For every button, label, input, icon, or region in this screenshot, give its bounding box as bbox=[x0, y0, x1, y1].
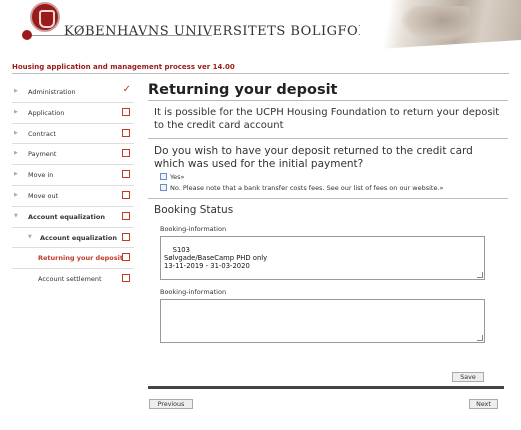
status-box-icon bbox=[122, 170, 130, 179]
booking-info-textarea-2[interactable] bbox=[160, 299, 485, 343]
divider bbox=[148, 198, 508, 199]
booking-info-textarea[interactable]: S103 Sølvgade/BaseCamp PHD only 13-11-20… bbox=[160, 236, 485, 280]
booking-info-value[interactable]: S103 Sølvgade/BaseCamp PHD only 13-11-20… bbox=[164, 246, 267, 270]
sidebar-item-label: Move out bbox=[28, 191, 59, 200]
footer-divider bbox=[148, 386, 504, 389]
site-header: KØBENHAVNS UNIVERSITETS BOLIGFOND bbox=[0, 0, 521, 60]
sidebar-item-label: Account equalization bbox=[28, 212, 105, 221]
intro-text: It is possible for the UCPH Housing Foun… bbox=[154, 107, 500, 131]
university-seal-icon bbox=[30, 2, 60, 32]
booking-info-label-2: Booking-information bbox=[160, 288, 227, 296]
divider bbox=[148, 100, 508, 101]
page-title: Returning your deposit bbox=[148, 82, 338, 98]
deposit-question: Do you wish to have your deposit returne… bbox=[154, 145, 473, 170]
chevron-right-icon: ▶ bbox=[14, 108, 18, 115]
sidebar-item-label: Account equalization bbox=[40, 233, 117, 242]
divider bbox=[148, 138, 508, 139]
status-box-icon bbox=[122, 274, 130, 283]
previous-button[interactable]: Previous bbox=[149, 399, 193, 409]
sidebar-item-label: Account settlement bbox=[38, 275, 102, 284]
status-box-icon bbox=[122, 190, 130, 199]
university-name: KØBENHAVNS UNIVERSITETS BOLIGFOND bbox=[64, 24, 381, 39]
sidebar-item-move-in[interactable]: ▶ Move in bbox=[12, 165, 134, 186]
option-yes-label[interactable]: Yes» bbox=[160, 173, 508, 181]
main-content: Returning your deposit It is possible fo… bbox=[148, 80, 508, 343]
sidebar-item-label: Move in bbox=[28, 171, 54, 180]
status-box-icon bbox=[122, 232, 130, 241]
status-box-icon bbox=[122, 128, 130, 137]
chevron-down-icon: ▼ bbox=[28, 233, 32, 240]
sidebar-subitem-account-settlement[interactable]: Account settlement bbox=[12, 269, 134, 289]
sidebar-subitem-account-equalization[interactable]: ▼ Account equalization bbox=[12, 228, 134, 249]
header-crest-image bbox=[360, 0, 521, 50]
chevron-right-icon: ▶ bbox=[14, 150, 18, 157]
sidebar-item-label: Application bbox=[28, 108, 65, 117]
booking-info-label: Booking-information bbox=[160, 225, 227, 233]
booking-status-title: Booking Status bbox=[154, 204, 234, 216]
chevron-right-icon: ▶ bbox=[14, 129, 18, 136]
divider bbox=[12, 73, 509, 74]
process-sidebar: ▶ Administration ✓ ▶ Application ▶ Contr… bbox=[12, 82, 134, 289]
status-box-icon bbox=[122, 253, 130, 262]
chevron-down-icon: ▼ bbox=[14, 212, 18, 219]
sidebar-item-account-equalization[interactable]: ▼ Account equalization bbox=[12, 207, 134, 228]
status-box-icon bbox=[122, 211, 130, 220]
chevron-right-icon: ▶ bbox=[14, 88, 18, 94]
sidebar-item-label: Administration bbox=[28, 88, 76, 96]
option-no-label[interactable]: No. Please note that a bank transfer cos… bbox=[160, 184, 508, 192]
yes-checkbox[interactable] bbox=[160, 173, 167, 180]
option-yes[interactable]: Yes» bbox=[160, 173, 508, 181]
sidebar-item-label: Payment bbox=[28, 150, 57, 159]
resize-grip-icon[interactable] bbox=[477, 272, 483, 278]
sidebar-item-contract[interactable]: ▶ Contract bbox=[12, 124, 134, 145]
chevron-right-icon: ▶ bbox=[14, 191, 18, 198]
sidebar-item-move-out[interactable]: ▶ Move out bbox=[12, 186, 134, 207]
sidebar-subitem-returning-deposit[interactable]: Returning your deposit bbox=[12, 248, 134, 270]
checkmark-icon: ✓ bbox=[122, 84, 131, 95]
header-dot bbox=[22, 30, 32, 40]
no-checkbox[interactable] bbox=[160, 184, 167, 191]
chevron-right-icon: ▶ bbox=[14, 171, 18, 178]
sidebar-item-label: Returning your deposit bbox=[38, 254, 123, 263]
sidebar-item-label: Contract bbox=[28, 129, 56, 138]
status-box-icon bbox=[122, 107, 130, 116]
resize-grip-icon[interactable] bbox=[477, 335, 483, 341]
next-button[interactable]: Next bbox=[469, 399, 498, 409]
sidebar-item-application[interactable]: ▶ Application bbox=[12, 103, 134, 124]
option-no[interactable]: No. Please note that a bank transfer cos… bbox=[160, 184, 508, 192]
sidebar-item-payment[interactable]: ▶ Payment bbox=[12, 144, 134, 166]
process-title: Housing application and management proce… bbox=[12, 63, 235, 71]
save-button[interactable]: Save bbox=[452, 372, 484, 382]
sidebar-item-administration[interactable]: ▶ Administration ✓ bbox=[12, 82, 134, 103]
status-box-icon bbox=[122, 149, 130, 158]
